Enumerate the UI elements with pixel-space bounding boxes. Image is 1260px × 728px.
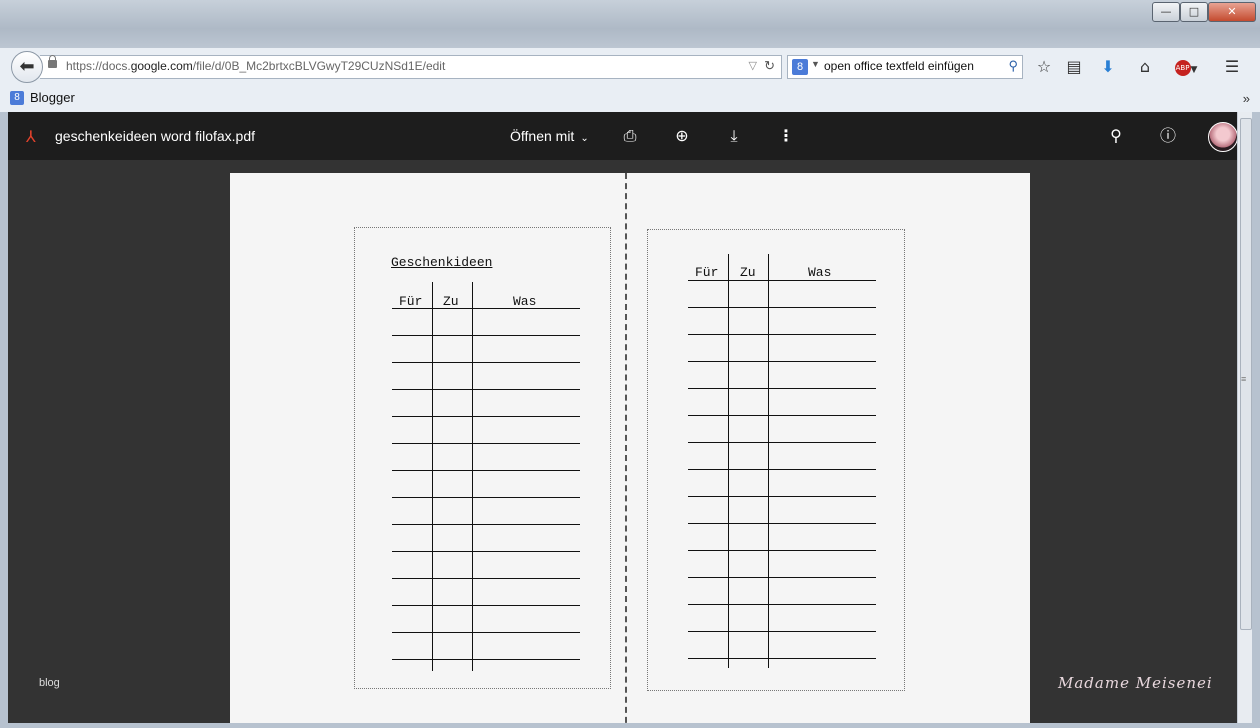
file-name: geschenkeideen word filofax.pdf [55, 128, 256, 144]
more-options-icon[interactable]: ⋮ [774, 124, 798, 148]
close-icon: ✕ [1227, 5, 1237, 18]
window-titlebar [0, 0, 1260, 48]
print-icon[interactable]: ⎙ [618, 124, 642, 148]
maximize-icon: □ [1188, 5, 1200, 18]
url-text[interactable]: https://docs.google.com/file/d/0B_Mc2brt… [66, 59, 445, 73]
arrow-left-icon: ⬅ [19, 56, 35, 76]
signature-watermark: Madame Meisenei [1058, 674, 1213, 692]
card-title: Geschenkideen [391, 255, 493, 270]
vertical-scrollbar[interactable]: ≡ [1237, 112, 1253, 723]
ruled-line [392, 524, 580, 525]
lock-icon [48, 55, 57, 68]
header-zu: Zu [443, 294, 459, 309]
cut-line [625, 173, 627, 723]
back-button[interactable]: ⬅ [11, 51, 43, 83]
ruled-line [688, 469, 876, 470]
ruled-line [688, 280, 876, 281]
download-icon[interactable]: ⤓ [722, 124, 746, 148]
reload-icon[interactable]: ↻ [764, 58, 775, 74]
bookmark-blogger[interactable]: 8 Blogger [10, 90, 75, 105]
bookmark-star-icon[interactable]: ☆ [1033, 56, 1055, 78]
search-bar[interactable]: 8 ▼ open office textfeld einfügen ⚲ [787, 55, 1023, 79]
ruled-line [688, 496, 876, 497]
chevron-down-icon: ⌄ [580, 133, 589, 144]
pdf-file-icon: ⅄ [26, 127, 36, 146]
column-divider [472, 282, 473, 671]
pdf-page: Geschenkideen Für Zu Was Für Zu Was [230, 173, 1030, 723]
header-was: Was [808, 265, 832, 280]
ruled-line [392, 470, 580, 471]
add-person-icon[interactable]: ⊕ [670, 124, 694, 148]
bookmark-label: Blogger [30, 90, 75, 105]
bookmarks-overflow-icon[interactable]: » [1243, 91, 1250, 106]
menu-icon[interactable]: ☰ [1221, 56, 1243, 78]
header-was: Was [513, 294, 537, 309]
home-icon[interactable]: ⌂ [1134, 56, 1156, 78]
ruled-line [688, 631, 876, 632]
ruled-line [688, 415, 876, 416]
header-fuer: Für [695, 265, 719, 280]
header-fuer: Für [399, 294, 423, 309]
ruled-line [688, 307, 876, 308]
ruled-line [392, 551, 580, 552]
reading-list-icon[interactable]: ▤ [1063, 56, 1085, 78]
minimize-button[interactable]: — [1152, 2, 1180, 22]
downloads-icon[interactable]: ⬇ [1097, 56, 1119, 78]
ruled-line [688, 523, 876, 524]
scrollbar-grip-icon: ≡ [1241, 374, 1247, 384]
ruled-line [392, 605, 580, 606]
pdf-viewer: ⅄ geschenkeideen word filofax.pdf Öffnen… [8, 112, 1237, 723]
ruled-line [392, 362, 580, 363]
ruled-line [392, 443, 580, 444]
column-divider [728, 254, 729, 668]
ruled-line [688, 658, 876, 659]
ruled-line [688, 334, 876, 335]
zoom-icon[interactable]: ⚲ [1104, 124, 1128, 148]
ruled-line [688, 550, 876, 551]
info-icon[interactable]: ⓘ [1156, 124, 1180, 148]
ruled-line [688, 442, 876, 443]
search-engine-icon[interactable]: 8 [792, 59, 808, 75]
ruled-line [392, 632, 580, 633]
ruled-line [392, 659, 580, 660]
right-card: Für Zu Was [647, 229, 905, 691]
minimize-icon: — [1160, 5, 1172, 18]
close-button[interactable]: ✕ [1208, 2, 1256, 22]
avatar[interactable] [1208, 122, 1237, 152]
window-frame-bottom [0, 723, 1260, 728]
blog-label: blog [39, 677, 60, 689]
search-input[interactable]: open office textfeld einfügen [824, 59, 974, 73]
bookmarks-toolbar [0, 86, 1260, 112]
adblock-icon[interactable]: ABP▼ [1170, 56, 1202, 78]
ruled-line [688, 361, 876, 362]
header-zu: Zu [740, 265, 756, 280]
maximize-button[interactable]: □ [1180, 2, 1208, 22]
column-divider [768, 254, 769, 668]
search-icon[interactable]: ⚲ [1008, 58, 1018, 74]
ruled-line [392, 497, 580, 498]
url-history-dropdown-icon[interactable]: ▽ [749, 59, 757, 72]
ruled-line [392, 578, 580, 579]
ruled-line [688, 388, 876, 389]
ruled-line [688, 577, 876, 578]
window-frame-left [0, 112, 8, 728]
column-divider [432, 282, 433, 671]
viewer-toolbar: ⅄ geschenkeideen word filofax.pdf Öffnen… [8, 112, 1237, 160]
left-card: Geschenkideen Für Zu Was [354, 227, 611, 689]
window-frame-right [1252, 112, 1260, 728]
ruled-line [688, 604, 876, 605]
blogger-icon: 8 [10, 90, 24, 105]
search-engine-dropdown-icon[interactable]: ▼ [811, 59, 820, 69]
ruled-line [392, 335, 580, 336]
ruled-line [392, 389, 580, 390]
ruled-line [392, 416, 580, 417]
ruled-line [392, 308, 580, 309]
open-with-button[interactable]: Öffnen mit ⌄ [510, 128, 589, 144]
address-bar[interactable]: https://docs.google.com/file/d/0B_Mc2brt… [40, 55, 782, 79]
